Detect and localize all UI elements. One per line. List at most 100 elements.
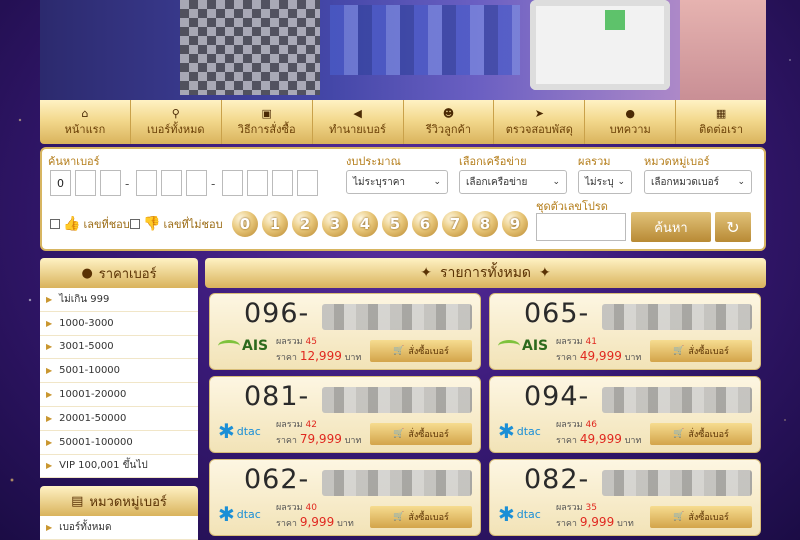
search-panel: ค้นหาเบอร์ 0 - - งบประมาณ ไม่ระบุราคา ⌄ …	[40, 147, 766, 251]
digit-input-4[interactable]	[136, 170, 157, 196]
digit-separator: -	[125, 177, 130, 191]
budget-select[interactable]: ไม่ระบุราคา ⌄	[346, 170, 448, 194]
price-range-item[interactable]: ▶ 10001-20000	[40, 383, 198, 407]
nav-label: ตรวจสอบพัสดุ	[505, 122, 573, 136]
nav-item-home[interactable]: ⌂ หน้าแรก	[40, 100, 131, 144]
cart-icon: 🛒	[673, 346, 685, 356]
dtac-logo: ✱ dtac	[218, 502, 261, 526]
price-range-item[interactable]: ▶ ไม่เกิน 999	[40, 288, 198, 312]
digit-input-8[interactable]	[247, 170, 268, 196]
price-range-item[interactable]: ▶ 50001-100000	[40, 431, 198, 455]
category-select[interactable]: เลือกหมวดเบอร์ ⌄	[644, 170, 752, 194]
search-button[interactable]: ค้นหา	[631, 212, 711, 242]
nav-item-predict[interactable]: ◀ ทำนายเบอร์	[313, 100, 404, 144]
digit-ball-0[interactable]: 0	[232, 211, 258, 237]
number-card[interactable]: 065- AIS ผลรวม 41 ราคา 49,999 บาท 🛒 สั่งซ…	[489, 293, 761, 370]
digit-ball-2[interactable]: 2	[292, 211, 318, 237]
price-range-label: 50001-100000	[59, 436, 133, 448]
banner-phone-image	[530, 0, 670, 90]
price-range-label: 1000-3000	[59, 317, 114, 329]
number-prefix: 094-	[524, 381, 590, 412]
nav-item-contact[interactable]: ▦ ติดต่อเรา	[676, 100, 766, 144]
digit-input-10[interactable]	[297, 170, 318, 196]
digit-input-5[interactable]	[161, 170, 182, 196]
card-meta: ผลรวม 46 ราคา 49,999 บาท	[556, 420, 642, 446]
cart-icon: 🛒	[393, 512, 405, 522]
caret-right-icon: ▶	[46, 437, 53, 447]
price-range-item[interactable]: ▶ VIP 100,001 ขึ้นไป	[40, 455, 198, 479]
caret-right-icon: ▶	[46, 461, 53, 471]
buy-button[interactable]: 🛒 สั่งซื้อเบอร์	[650, 340, 752, 362]
nav-item-how-to-order[interactable]: ▣ วิธีการสั่งซื้อ	[222, 100, 313, 144]
buy-button[interactable]: 🛒 สั่งซื้อเบอร์	[650, 506, 752, 528]
banner-hand-image	[680, 0, 766, 100]
nav-label: หน้าแรก	[64, 122, 106, 136]
digit-ball-7[interactable]: 7	[442, 211, 468, 237]
checkbox-box[interactable]	[130, 219, 140, 229]
nav-item-tracking[interactable]: ➤ ตรวจสอบพัสดุ	[494, 100, 586, 144]
thumbs-up-icon: 👍	[63, 216, 81, 232]
reset-button[interactable]: ↻	[715, 212, 751, 242]
buy-button[interactable]: 🛒 สั่งซื้อเบอร์	[370, 340, 472, 362]
caret-right-icon: ▶	[46, 294, 53, 304]
digit-separator: -	[211, 177, 216, 191]
price-range-label: 3001-5000	[59, 341, 114, 353]
pattern-input[interactable]	[536, 213, 626, 241]
chat-icon: ●	[625, 106, 635, 120]
digit-input-1[interactable]: 0	[50, 170, 71, 196]
price-range-item[interactable]: ▶ 20001-50000	[40, 407, 198, 431]
digit-ball-5[interactable]: 5	[382, 211, 408, 237]
category-sidebar-title: หมวดหมู่เบอร์	[89, 494, 167, 510]
digit-input-2[interactable]	[75, 170, 96, 196]
nav-label: เบอร์ทั้งหมด	[147, 122, 205, 136]
category-item[interactable]: ▶ เบอร์ทั้งหมด	[40, 516, 198, 540]
paper-plane-icon: ➤	[534, 106, 544, 120]
nav-item-articles[interactable]: ● บทความ	[585, 100, 677, 144]
category-select-value: เลือกหมวดเบอร์	[651, 176, 720, 188]
digit-ball-9[interactable]: 9	[502, 211, 528, 237]
cart-icon: 🛒	[393, 429, 405, 439]
number-card[interactable]: 094- ✱ dtac ผลรวม 46 ราคา 49,999 บาท 🛒 สั่…	[489, 376, 761, 453]
network-select-value: เลือกเครือข่าย	[466, 176, 528, 188]
number-card[interactable]: 062- ✱ dtac ผลรวม 40 ราคา 9,999 บาท 🛒 สั่ง…	[209, 459, 481, 536]
digit-ball-1[interactable]: 1	[262, 211, 288, 237]
digit-ball-3[interactable]: 3	[322, 211, 348, 237]
sum-select[interactable]: ไม่ระบุ ⌄	[578, 170, 632, 194]
dislike-numbers-checkbox[interactable]: 👎 เลขที่ไม่ชอบ	[130, 215, 223, 233]
digit-input-7[interactable]	[222, 170, 243, 196]
number-card[interactable]: 081- ✱ dtac ผลรวม 42 ราคา 79,999 บาท 🛒 สั่…	[209, 376, 481, 453]
chevron-down-icon: ⌄	[433, 177, 441, 187]
digit-input-9[interactable]	[272, 170, 293, 196]
price-range-item[interactable]: ▶ 1000-3000	[40, 312, 198, 336]
price-range-item[interactable]: ▶ 5001-10000	[40, 359, 198, 384]
number-card[interactable]: 082- ✱ dtac ผลรวม 35 ราคา 9,999 บาท 🛒 สั่ง…	[489, 459, 761, 536]
ais-logo: AIS	[498, 338, 548, 354]
digit-ball-4[interactable]: 4	[352, 211, 378, 237]
nav-item-all-numbers[interactable]: ⚲ เบอร์ทั้งหมด	[131, 100, 222, 144]
budget-label: งบประมาณ	[346, 155, 401, 168]
hero-banner[interactable]	[40, 0, 766, 100]
checkbox-box[interactable]	[50, 219, 60, 229]
cart-icon: 🛒	[673, 512, 685, 522]
refresh-icon: ↻	[726, 217, 740, 237]
sum-label: ผลรวม	[578, 155, 611, 168]
digit-input-3[interactable]	[100, 170, 121, 196]
nav-item-reviews[interactable]: ☻ รีวิวลูกค้า	[404, 100, 495, 144]
megaphone-icon: ◀	[353, 106, 362, 120]
number-search-label: ค้นหาเบอร์	[48, 155, 100, 168]
buy-button[interactable]: 🛒 สั่งซื้อเบอร์	[370, 506, 472, 528]
like-numbers-checkbox[interactable]: 👍 เลขที่ชอบ	[50, 215, 130, 233]
digit-ball-6[interactable]: 6	[412, 211, 438, 237]
digit-input-6[interactable]	[186, 170, 207, 196]
nav-label: บทความ	[609, 122, 651, 136]
price-range-item[interactable]: ▶ 3001-5000	[40, 336, 198, 360]
listing-header: ✦ รายการทั้งหมด ✦	[205, 258, 766, 288]
network-select[interactable]: เลือกเครือข่าย ⌄	[459, 170, 567, 194]
buy-button[interactable]: 🛒 สั่งซื้อเบอร์	[650, 423, 752, 445]
buy-button[interactable]: 🛒 สั่งซื้อเบอร์	[370, 423, 472, 445]
card-meta: ผลรวม 45 ราคา 12,999 บาท	[276, 337, 362, 363]
number-card[interactable]: 096- AIS ผลรวม 45 ราคา 12,999 บาท 🛒 สั่งซ…	[209, 293, 481, 370]
chevron-down-icon: ⌄	[617, 177, 625, 187]
price-sidebar-title: ราคาเบอร์	[98, 266, 157, 282]
digit-ball-8[interactable]: 8	[472, 211, 498, 237]
